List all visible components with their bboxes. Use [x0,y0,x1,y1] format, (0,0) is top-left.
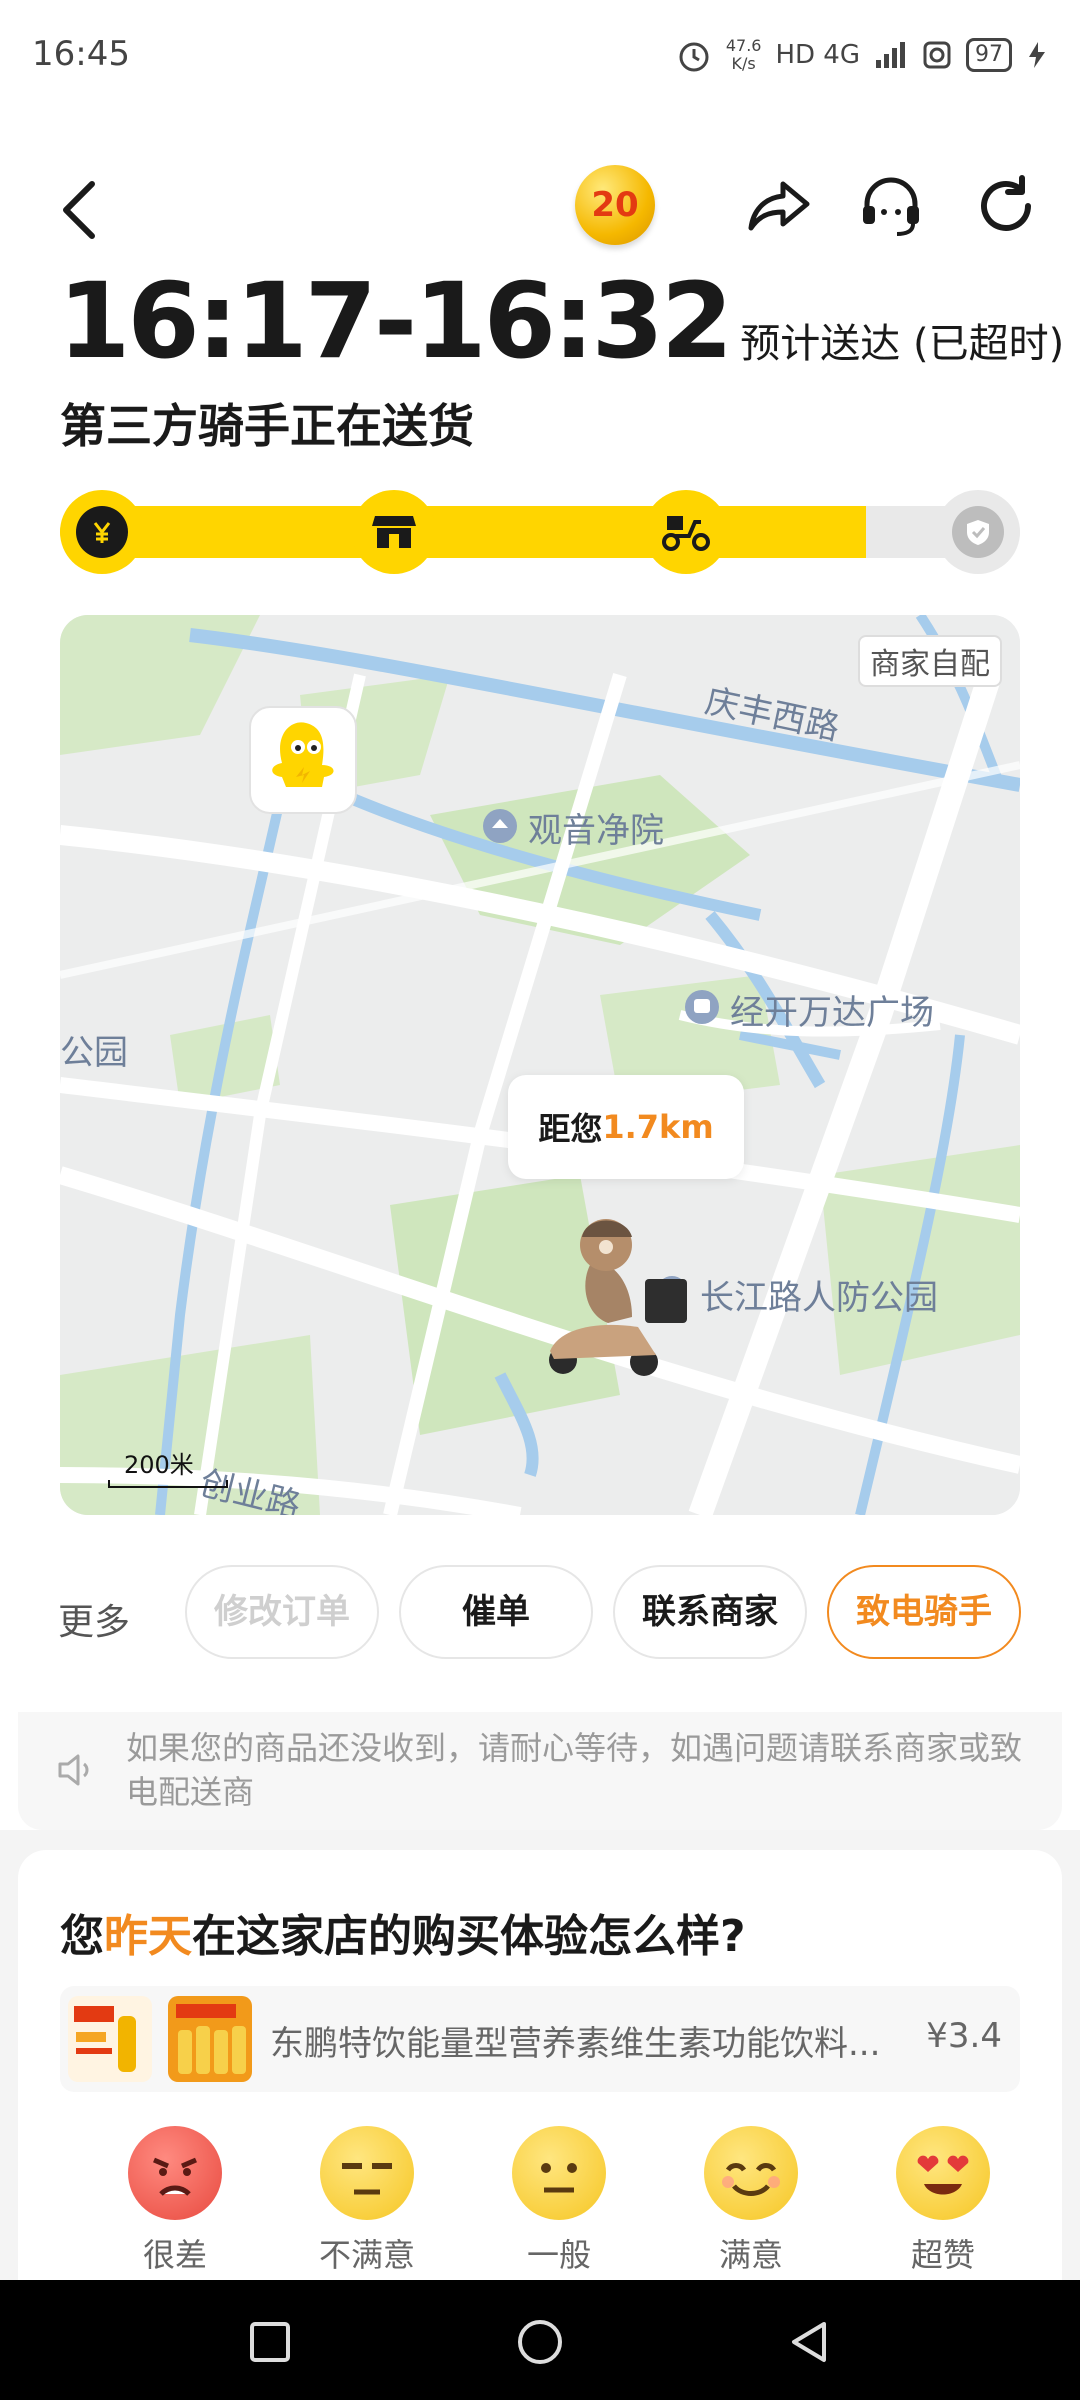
delivery-progress [60,490,1020,574]
back-icon[interactable] [50,170,110,250]
rating-satisfied[interactable]: 满意 [676,2126,826,2276]
check-icon [967,520,989,545]
system-nav-bar [0,2280,1080,2400]
product-row[interactable]: 东鹏特饮能量型营养素维生素功能饮料... ¥3.4 [60,1986,1020,2092]
poi-label: 观音净院 [528,811,664,851]
poi-label: 经开万达广场 [730,993,934,1033]
status-icons: 47.6 K/s HD 4G 97 [676,30,1048,80]
status-time: 16:45 [32,34,130,74]
refresh-icon[interactable] [970,170,1042,242]
recents-icon[interactable] [248,2320,292,2364]
product-price: ¥3.4 [926,2016,1002,2056]
distance-value: 1.7km [602,1108,714,1146]
share-icon[interactable] [743,170,815,242]
rating-very-bad[interactable]: 很差 [100,2126,250,2276]
call-rider-button[interactable]: 致电骑手 [827,1565,1021,1659]
product-name: 东鹏特饮能量型营养素维生素功能饮料... [270,2024,881,2064]
signal-icon [876,42,905,68]
neutral-face-icon [512,2126,606,2220]
paid-step [60,490,144,574]
review-question: 您昨天在这家店的购买体验怎么样? [60,1911,746,1962]
smile-face-icon [704,2126,798,2220]
coin-badge[interactable]: 20 [575,165,655,245]
rating-unsatisfied[interactable]: 不满意 [292,2126,442,2276]
distance-bubble: 距您 1.7km [508,1075,744,1179]
delivered-step [936,490,1020,574]
progress-track [60,506,1020,558]
delivery-map[interactable]: 庆丰西路 观音净院 经开万达广场 公园 长江路人防公园 创业路 商家自配 距您 1… [60,615,1020,1515]
map-background [60,615,1020,1515]
map-scale: 200米 [108,1445,228,1488]
angry-face-icon [128,2126,222,2220]
nav-back-icon[interactable] [786,2318,832,2366]
action-bar: 更多 修改订单 催单 联系商家 致电骑手 [0,1565,1080,1665]
rider-icon [662,516,710,551]
eta-row: 16:17-16:32 预计送达 (已超时) [58,260,1064,382]
urge-order-button[interactable]: 催单 [399,1565,593,1659]
status-bar: 16:45 47.6 K/s HD 4G 97 [0,0,1080,110]
distance-prefix: 距您 [538,1110,603,1148]
contact-merchant-button[interactable]: 联系商家 [613,1565,807,1659]
unamused-face-icon [320,2126,414,2220]
battery-level: 97 [966,38,1012,72]
scale-bar [108,1480,228,1488]
alarm-icon [679,42,709,72]
eta-time: 16:17-16:32 [58,260,733,382]
store-step [352,490,436,574]
review-card: 您昨天在这家店的购买体验怎么样? 东鹏特饮能量型营养素维生素功能饮料... ¥3… [18,1850,1062,2280]
self-delivery-tag: 商家自配 [858,635,1002,687]
poi-label: 长江路人防公园 [700,1278,938,1318]
network-type: HD 4G [775,40,860,70]
rider-step [644,490,728,574]
progress-fill [60,506,867,558]
home-icon[interactable] [516,2318,564,2366]
store-icon [372,516,416,548]
eta-note: 预计送达 (已超时) [740,321,1065,367]
delivery-status: 第三方骑手正在送货 [60,399,474,453]
product-thumbnail [68,1996,152,2082]
notice-bar: 如果您的商品还没收到，请耐心等待，如遇问题请联系商家或致电配送商 [18,1712,1062,1830]
more-label[interactable]: 更多 [58,1593,130,1645]
network-speed: 47.6 K/s [725,36,762,73]
charging-icon [1029,42,1045,68]
heart-eyes-face-icon [896,2126,990,2220]
modify-order-button[interactable]: 修改订单 [185,1565,379,1659]
dnd-icon [923,41,951,69]
poi-label: 公园 [60,1033,128,1073]
rating-neutral[interactable]: 一般 [484,2126,634,2276]
notice-text: 如果您的商品还没收到，请耐心等待，如遇问题请联系商家或致电配送商 [126,1729,1023,1811]
speaker-icon [58,1754,89,1786]
product-thumbnail [168,1996,252,2082]
rating-excellent[interactable]: 超赞 [868,2126,1018,2276]
paid-icon [93,522,111,543]
customer-service-icon[interactable] [855,170,927,242]
